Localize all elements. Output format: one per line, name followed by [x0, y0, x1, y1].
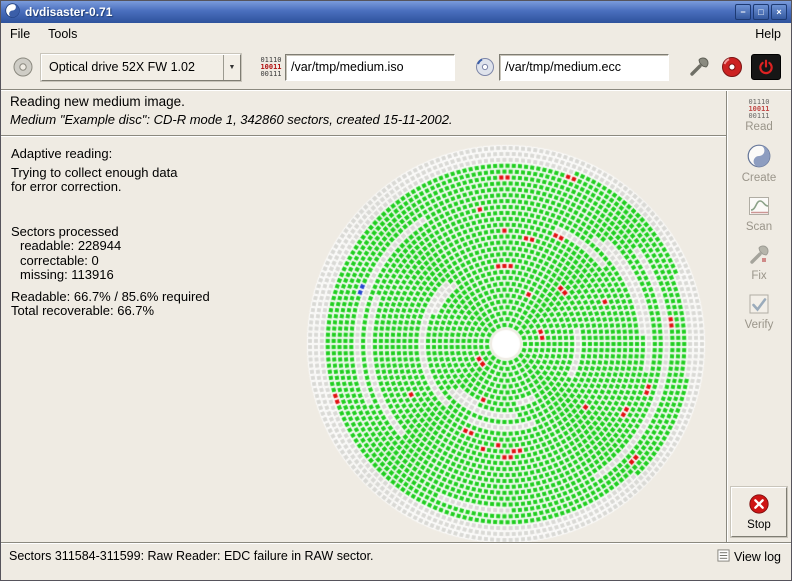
- fix-button[interactable]: Fix: [730, 241, 788, 285]
- chevron-down-icon: ▼: [223, 55, 240, 80]
- power-icon: [757, 58, 775, 76]
- titlebar[interactable]: dvdisaster-0.71 − □ ×: [1, 1, 791, 23]
- menubar: File Tools Help: [1, 23, 791, 45]
- medium-info-line: Medium "Example disc": CD-R mode 1, 3428…: [10, 112, 453, 127]
- readable-percentage: Readable: 66.7% / 85.6% required: [11, 290, 256, 305]
- status-heading: Reading new medium image.: [10, 94, 185, 109]
- yin-yang-icon: [747, 144, 771, 171]
- checkmark-icon: [748, 293, 770, 318]
- read-label: Read: [745, 121, 773, 133]
- sectors-readable: readable: 228944: [11, 239, 256, 254]
- read-button[interactable]: 01110 10011 00111 Read: [730, 96, 788, 136]
- toolbar-separator: [1, 89, 791, 91]
- sectors-missing: missing: 113916: [11, 268, 256, 283]
- drive-status-icon: [9, 53, 37, 81]
- iso-path-input[interactable]: [285, 54, 455, 81]
- verify-button[interactable]: Verify: [730, 290, 788, 334]
- statusbar-message: Sectors 311584-311599: Raw Reader: EDC f…: [9, 549, 374, 563]
- maximize-button[interactable]: □: [753, 4, 769, 20]
- statusbar: Sectors 311584-311599: Raw Reader: EDC f…: [1, 542, 791, 580]
- window-controls: − □ ×: [735, 4, 787, 20]
- app-icon: [5, 3, 20, 21]
- strategy-desc-line2: for error correction.: [11, 180, 256, 195]
- wrench-icon: [748, 244, 770, 269]
- sectors-processed-title: Sectors processed: [11, 225, 256, 240]
- close-button[interactable]: ×: [771, 4, 787, 20]
- stop-label: Stop: [747, 519, 771, 531]
- ecc-path-input[interactable]: [499, 54, 669, 81]
- preferences-wrench-icon[interactable]: [685, 53, 713, 81]
- drive-select[interactable]: Optical drive 52X FW 1.02 ▼: [41, 54, 241, 81]
- menu-help[interactable]: Help: [745, 24, 791, 44]
- reading-info-panel: Adaptive reading: Trying to collect enou…: [11, 147, 256, 319]
- view-log-label: View log: [734, 550, 781, 564]
- action-sidebar: 01110 10011 00111 Read Create: [726, 91, 791, 544]
- scan-label: Scan: [746, 221, 772, 233]
- read-binary-icon: 01110 10011 00111: [748, 99, 769, 120]
- view-log-button[interactable]: View log: [715, 549, 783, 565]
- stop-button[interactable]: Stop: [731, 487, 787, 537]
- drive-select-value: Optical drive 52X FW 1.02: [42, 60, 223, 74]
- fix-label: Fix: [751, 270, 766, 282]
- scan-button[interactable]: Scan: [730, 192, 788, 236]
- create-button[interactable]: Create: [730, 141, 788, 187]
- app-window: dvdisaster-0.71 − □ × File Tools Help Op…: [0, 0, 792, 581]
- toolbar: Optical drive 52X FW 1.02 ▼ 01110 10011 …: [1, 45, 791, 89]
- stop-icon: [748, 493, 770, 518]
- log-list-icon: [717, 549, 730, 565]
- verify-label: Verify: [745, 319, 774, 331]
- total-recoverable: Total recoverable: 66.7%: [11, 304, 256, 319]
- strategy-desc-line1: Trying to collect enough data: [11, 166, 256, 181]
- image-file-icon: 01110 10011 00111: [257, 53, 285, 81]
- strategy-title: Adaptive reading:: [11, 147, 256, 162]
- create-label: Create: [742, 172, 777, 184]
- window-title: dvdisaster-0.71: [25, 5, 730, 19]
- scan-chart-icon: [748, 195, 770, 220]
- menu-tools[interactable]: Tools: [39, 24, 86, 44]
- menu-file[interactable]: File: [1, 24, 39, 44]
- disc-eject-icon[interactable]: [718, 53, 746, 81]
- sectors-correctable: correctable: 0: [11, 254, 256, 269]
- ecc-file-icon: [471, 53, 499, 81]
- disc-sector-map: [257, 137, 727, 544]
- minimize-button[interactable]: −: [735, 4, 751, 20]
- quit-power-button[interactable]: [751, 54, 781, 80]
